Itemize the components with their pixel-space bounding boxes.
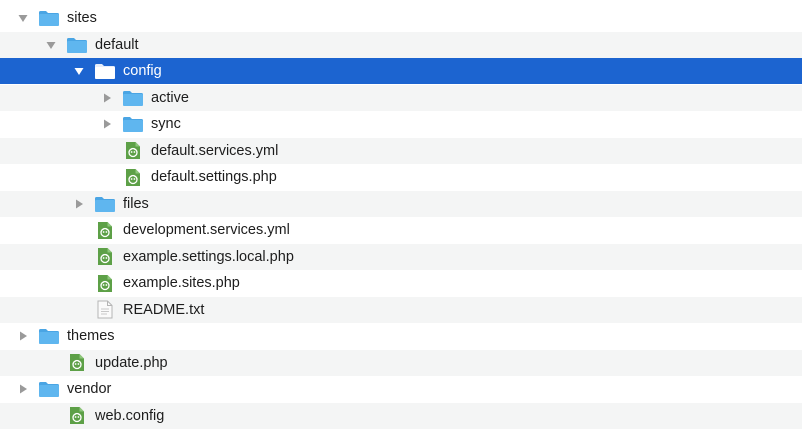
tree-item-label: active [151, 89, 189, 106]
tree-row[interactable]: web.config [0, 402, 802, 429]
drupal-file-icon [94, 221, 116, 239]
folder-icon [94, 195, 116, 213]
drupal-file-icon [66, 407, 88, 425]
drupal-file-icon [122, 168, 144, 186]
text-file-icon [94, 300, 116, 319]
tree-item-label: themes [67, 328, 115, 344]
tree-row[interactable]: update.php [0, 349, 802, 376]
tree-row[interactable]: example.sites.php [0, 270, 802, 296]
tree-row[interactable]: files [0, 190, 802, 217]
tree-item-label: sync [151, 116, 181, 132]
tree-item-label: sites [67, 10, 97, 26]
disclosure-collapsed-icon[interactable] [101, 91, 113, 105]
tree-item-label: web.config [95, 407, 165, 424]
folder-icon [38, 380, 60, 398]
disclosure-collapsed-icon[interactable] [17, 329, 29, 343]
tree-item-label: example.settings.local.php [123, 248, 294, 265]
tree-row[interactable]: vendor [0, 376, 802, 402]
tree-row[interactable]: default [0, 31, 802, 58]
drupal-file-icon [94, 248, 116, 266]
tree-row[interactable]: development.services.yml [0, 217, 802, 243]
tree-item-label: vendor [67, 381, 112, 397]
folder-icon [66, 36, 88, 54]
tree-row[interactable]: default.services.yml [0, 137, 802, 164]
tree-row[interactable]: config [0, 58, 802, 84]
tree-row[interactable]: sites [0, 5, 802, 31]
drupal-file-icon [94, 274, 116, 292]
folder-icon [38, 9, 60, 27]
folder-icon [94, 62, 116, 80]
tree-item-label: default [95, 36, 139, 53]
disclosure-collapsed-icon[interactable] [101, 117, 113, 131]
tree-row[interactable]: example.settings.local.php [0, 243, 802, 270]
tree-item-label: default.services.yml [151, 142, 279, 159]
folder-icon [122, 115, 144, 133]
folder-icon [38, 327, 60, 345]
disclosure-collapsed-icon[interactable] [73, 197, 85, 211]
drupal-file-icon [66, 354, 88, 372]
tree-row[interactable]: sync [0, 111, 802, 137]
tree-item-label: files [123, 195, 149, 212]
drupal-file-icon [122, 142, 144, 160]
tree-item-label: config [123, 63, 162, 79]
disclosure-expanded-icon[interactable] [73, 64, 85, 78]
tree-item-label: update.php [95, 354, 168, 371]
disclosure-collapsed-icon[interactable] [17, 382, 29, 396]
tree-item-label: development.services.yml [123, 222, 290, 238]
tree-row[interactable]: active [0, 84, 802, 111]
tree-item-label: example.sites.php [123, 275, 240, 291]
file-tree: sites default config active sync default.serv… [0, 0, 802, 429]
tree-row[interactable]: themes [0, 323, 802, 349]
tree-item-label: README.txt [123, 301, 205, 318]
disclosure-expanded-icon[interactable] [45, 38, 57, 52]
disclosure-expanded-icon[interactable] [17, 11, 29, 25]
tree-item-label: default.settings.php [151, 169, 277, 185]
tree-row[interactable]: default.settings.php [0, 164, 802, 190]
folder-icon [122, 89, 144, 107]
tree-row[interactable]: README.txt [0, 296, 802, 323]
